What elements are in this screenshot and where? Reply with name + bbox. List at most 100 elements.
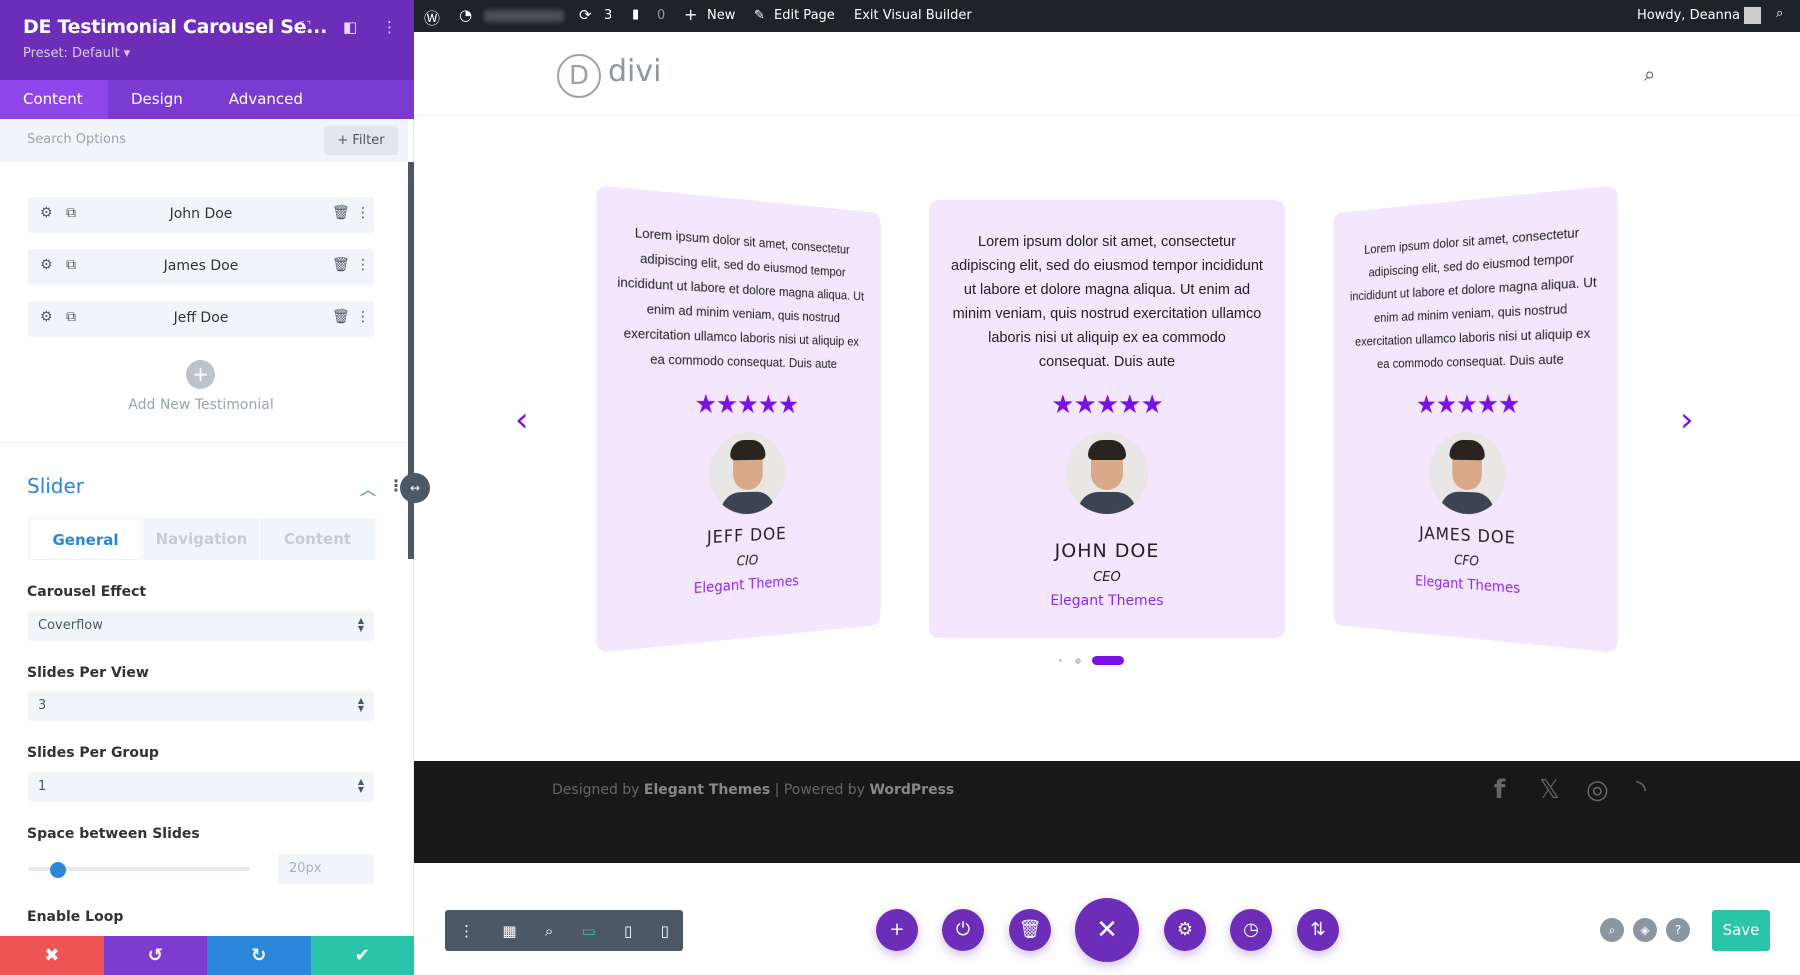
section-title[interactable]: Slider (27, 474, 84, 498)
chevron-up-icon[interactable]: ︿ (360, 476, 376, 500)
add-testimonial-button[interactable]: + (186, 360, 215, 389)
desktop-view-icon[interactable]: ▭ (582, 922, 596, 940)
undo-button[interactable]: ↺ (103, 936, 207, 975)
space-between-label: Space between Slides (27, 826, 200, 842)
carousel-effect-select[interactable]: Coverflow ▲ ▼ (28, 611, 374, 641)
wordpress-icon[interactable]: Ⓦ (424, 5, 440, 29)
save-changes-button[interactable]: ✔ (310, 936, 414, 975)
star-rating: ★★★★★ (694, 389, 799, 421)
search-options-input[interactable]: Search Options (27, 132, 126, 147)
wordpress-link[interactable]: WordPress (869, 782, 954, 798)
add-testimonial-label[interactable]: Add New Testimonial (0, 397, 402, 413)
close-builder-button[interactable]: ✕ (1075, 898, 1139, 962)
pagination-dot-active[interactable] (1092, 656, 1124, 665)
exit-visual-builder-link[interactable]: Exit Visual Builder (854, 8, 972, 23)
select-arrows-icon: ▲ ▼ (357, 696, 364, 713)
trash-icon[interactable]: 🗑 (332, 309, 350, 325)
trash-icon[interactable]: 🗑 (332, 257, 350, 273)
tab-design[interactable]: Design (108, 80, 206, 119)
pagination-dot[interactable] (1059, 659, 1062, 662)
panel-header: DE Testimonial Carousel Se... Preset: De… (0, 0, 414, 80)
more-options-icon[interactable]: ⋮ (382, 18, 397, 36)
module-title: DE Testimonial Carousel Se... (23, 16, 327, 38)
site-search-icon[interactable]: ⌕ (1644, 62, 1655, 86)
comments-count[interactable]: 0 (657, 8, 665, 23)
space-slider-handle[interactable] (50, 862, 66, 878)
howdy-user[interactable]: Howdy, Deanna (1637, 8, 1740, 23)
slides-per-group-select[interactable]: 1 ▲ ▼ (28, 772, 374, 802)
testimonial-company[interactable]: Elegant Themes (951, 593, 1263, 609)
fullscreen-icon[interactable]: ⛶ (300, 18, 311, 36)
tablet-view-icon[interactable]: ▯ (624, 922, 632, 940)
save-button[interactable]: Save (1712, 910, 1770, 951)
divi-logo-mark[interactable]: D (557, 54, 601, 98)
wireframe-icon[interactable]: ▦ (502, 922, 516, 940)
page-settings-button[interactable]: ⚙ (1164, 909, 1206, 951)
slides-per-view-select[interactable]: 3 ▲ ▼ (28, 691, 374, 721)
tab-content[interactable]: Content (0, 80, 108, 119)
testimonial-text: Lorem ipsum dolor sit amet, consectetur … (1349, 224, 1597, 372)
layers-icon[interactable]: ◈ (1633, 918, 1657, 942)
more-icon[interactable]: ⋮ (459, 922, 474, 940)
select-value: 1 (38, 779, 47, 794)
updates-icon[interactable]: ⟳ (579, 6, 592, 24)
instagram-icon[interactable]: ◎ (1586, 775, 1609, 805)
elegant-themes-link[interactable]: Elegant Themes (644, 782, 770, 798)
more-icon[interactable]: ⋮ (356, 309, 370, 325)
divi-logo-text[interactable]: divi (608, 54, 661, 89)
divider (0, 442, 408, 443)
redo-button[interactable]: ↻ (207, 936, 311, 975)
slides-per-view-label: Slides Per View (27, 665, 149, 681)
avatar (1066, 432, 1148, 514)
discard-button[interactable]: ✖ (0, 936, 104, 975)
avatar[interactable] (1744, 7, 1761, 24)
testimonial-card: Lorem ipsum dolor sit amet, consectetur … (929, 200, 1285, 638)
panel-tabs: Content Design Advanced (0, 80, 414, 119)
credit-text: Designed by (552, 782, 644, 798)
pencil-icon[interactable]: ✎ (754, 8, 765, 23)
history-button[interactable]: ◷ (1230, 909, 1272, 951)
clear-layout-button[interactable]: 🗑 (1009, 909, 1051, 951)
footer-credits: Designed by Elegant Themes | Powered by … (552, 782, 954, 798)
phone-view-icon[interactable]: ▯ (661, 922, 669, 940)
comments-icon[interactable]: ▮ (632, 7, 639, 22)
updates-count[interactable]: 3 (604, 8, 612, 23)
subtab-content[interactable]: Content (260, 518, 375, 560)
rss-icon[interactable]: ◝ (1636, 775, 1646, 805)
preset-dropdown[interactable]: Preset: Default ▾ (23, 46, 130, 61)
site-name-blurred[interactable] (484, 10, 564, 22)
find-icon[interactable]: ⌕ (1600, 918, 1624, 942)
item-label: Jeff Doe (173, 310, 229, 326)
trash-icon[interactable]: 🗑 (332, 205, 350, 221)
new-link[interactable]: New (707, 8, 735, 23)
filter-button[interactable]: + Filter (324, 126, 398, 155)
zoom-icon[interactable]: ⌕ (545, 922, 553, 940)
dashboard-icon[interactable]: ◔ (459, 6, 472, 24)
testimonial-name: JOHN DOE (1054, 540, 1160, 562)
x-icon[interactable]: 𝕏 (1539, 775, 1560, 805)
more-icon[interactable]: ⋮ (356, 257, 370, 273)
more-icon[interactable]: ⋮ (356, 205, 370, 221)
subtab-general[interactable]: General (28, 518, 143, 560)
testimonial-item[interactable]: ⚙ ⧉ Jeff Doe 🗑 ⋮ (28, 301, 374, 337)
next-arrow-icon[interactable]: › (1680, 400, 1694, 440)
edit-page-link[interactable]: Edit Page (774, 8, 835, 23)
plus-icon[interactable]: + (684, 5, 697, 24)
help-icon[interactable]: ? (1666, 918, 1690, 942)
add-module-button[interactable]: + (876, 909, 918, 951)
pagination-dot[interactable] (1075, 658, 1081, 664)
subtab-navigation[interactable]: Navigation (144, 518, 259, 560)
search-icon[interactable]: ⌕ (1776, 6, 1783, 21)
resize-handle[interactable]: ↔ (400, 473, 430, 503)
facebook-icon[interactable]: f (1494, 775, 1505, 805)
load-layout-button[interactable]: ⏻ (942, 909, 984, 951)
testimonial-item[interactable]: ⚙ ⧉ James Doe 🗑 ⋮ (28, 249, 374, 285)
sidebar-layout-icon[interactable]: ◧ (343, 18, 357, 36)
tab-advanced[interactable]: Advanced (206, 80, 326, 119)
prev-arrow-icon[interactable]: ‹ (515, 400, 529, 440)
portability-button[interactable]: ⇅ (1297, 909, 1339, 951)
space-value-input[interactable]: 20px (278, 854, 374, 884)
star-rating: ★★★★★ (1051, 390, 1164, 420)
testimonial-item[interactable]: ⚙ ⧉ John Doe 🗑 ⋮ (28, 197, 374, 233)
admin-bar: Ⓦ ◔ ⟳ 3 ▮ 0 + New ✎ Edit Page Exit Visua… (414, 0, 1800, 32)
